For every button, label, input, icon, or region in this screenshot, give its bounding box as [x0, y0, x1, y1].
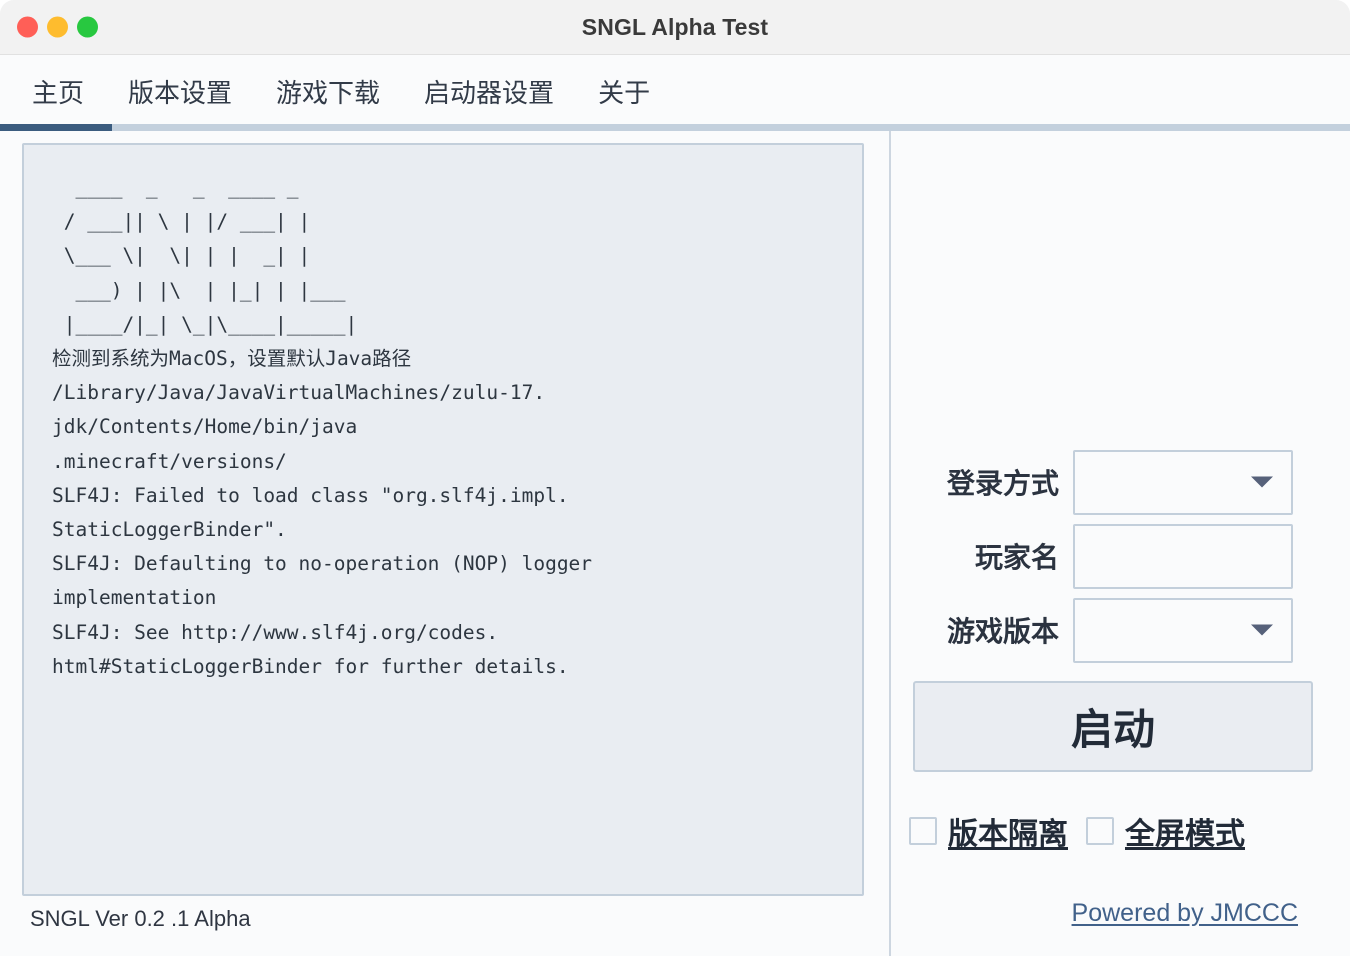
- traffic-lights: [17, 16, 98, 38]
- console-output-panel[interactable]: ____ _ _ ____ _ / ___|| \ | |/ ___| | \_…: [22, 143, 864, 896]
- tab-about[interactable]: 关于: [576, 80, 672, 106]
- checkbox-icon[interactable]: [1086, 817, 1114, 845]
- player-name-input-wrap[interactable]: [1073, 523, 1293, 589]
- version-label: SNGL Ver 0.2 .1 Alpha: [30, 906, 251, 931]
- chevron-down-icon: [1251, 476, 1273, 488]
- option-checkboxes: 版本隔离 全屏模式: [909, 809, 1245, 853]
- left-pane: ____ _ _ ____ _ / ___|| \ | |/ ___| | \_…: [0, 131, 889, 956]
- version-isolation-checkbox[interactable]: 版本隔离: [909, 809, 1068, 853]
- fullscreen-mode-label: 全屏模式: [1125, 818, 1245, 851]
- tab-version-settings[interactable]: 版本设置: [106, 80, 254, 106]
- minimize-button-icon[interactable]: [47, 16, 68, 38]
- launch-button[interactable]: 启动: [913, 681, 1313, 772]
- tab-bar: 主页 版本设置 游戏下载 启动器设置 关于: [0, 55, 1350, 131]
- tab-active-indicator: [0, 124, 112, 131]
- launch-form: 登录方式 玩家名 游戏版本: [913, 446, 1333, 668]
- game-version-select[interactable]: [1073, 597, 1293, 663]
- main-content: ____ _ _ ____ _ / ___|| \ | |/ ___| | \_…: [0, 131, 1350, 956]
- version-isolation-label: 版本隔离: [948, 818, 1068, 851]
- close-button-icon[interactable]: [17, 16, 38, 38]
- powered-by-link[interactable]: Powered by JMCCC: [1072, 899, 1298, 928]
- tab-home[interactable]: 主页: [22, 80, 106, 106]
- console-text: ____ _ _ ____ _ / ___|| \ | |/ ___| | \_…: [52, 176, 593, 678]
- fullscreen-mode-checkbox[interactable]: 全屏模式: [1086, 809, 1245, 853]
- login-method-select[interactable]: [1073, 449, 1293, 515]
- game-version-row: 游戏版本: [913, 594, 1333, 666]
- player-name-input[interactable]: [1075, 525, 1291, 587]
- player-name-label: 玩家名: [974, 542, 1059, 573]
- login-method-label: 登录方式: [946, 468, 1059, 499]
- app-window: SNGL Alpha Test 主页 版本设置 游戏下载 启动器设置 关于 __…: [0, 0, 1350, 956]
- tab-indicator-rail: [0, 124, 1350, 131]
- chevron-down-icon: [1251, 624, 1273, 636]
- window-title: SNGL Alpha Test: [581, 13, 769, 40]
- right-pane: 登录方式 玩家名 游戏版本 启动 版本隔离 全屏模式 Powered by JM…: [891, 131, 1350, 956]
- tab-game-download[interactable]: 游戏下载: [254, 80, 402, 106]
- maximize-button-icon[interactable]: [77, 16, 98, 38]
- login-method-row: 登录方式: [913, 446, 1333, 518]
- title-bar: SNGL Alpha Test: [0, 0, 1350, 55]
- game-version-label: 游戏版本: [946, 616, 1059, 647]
- player-name-row: 玩家名: [913, 520, 1333, 592]
- checkbox-icon[interactable]: [909, 817, 937, 845]
- tab-launcher-settings[interactable]: 启动器设置: [402, 80, 576, 106]
